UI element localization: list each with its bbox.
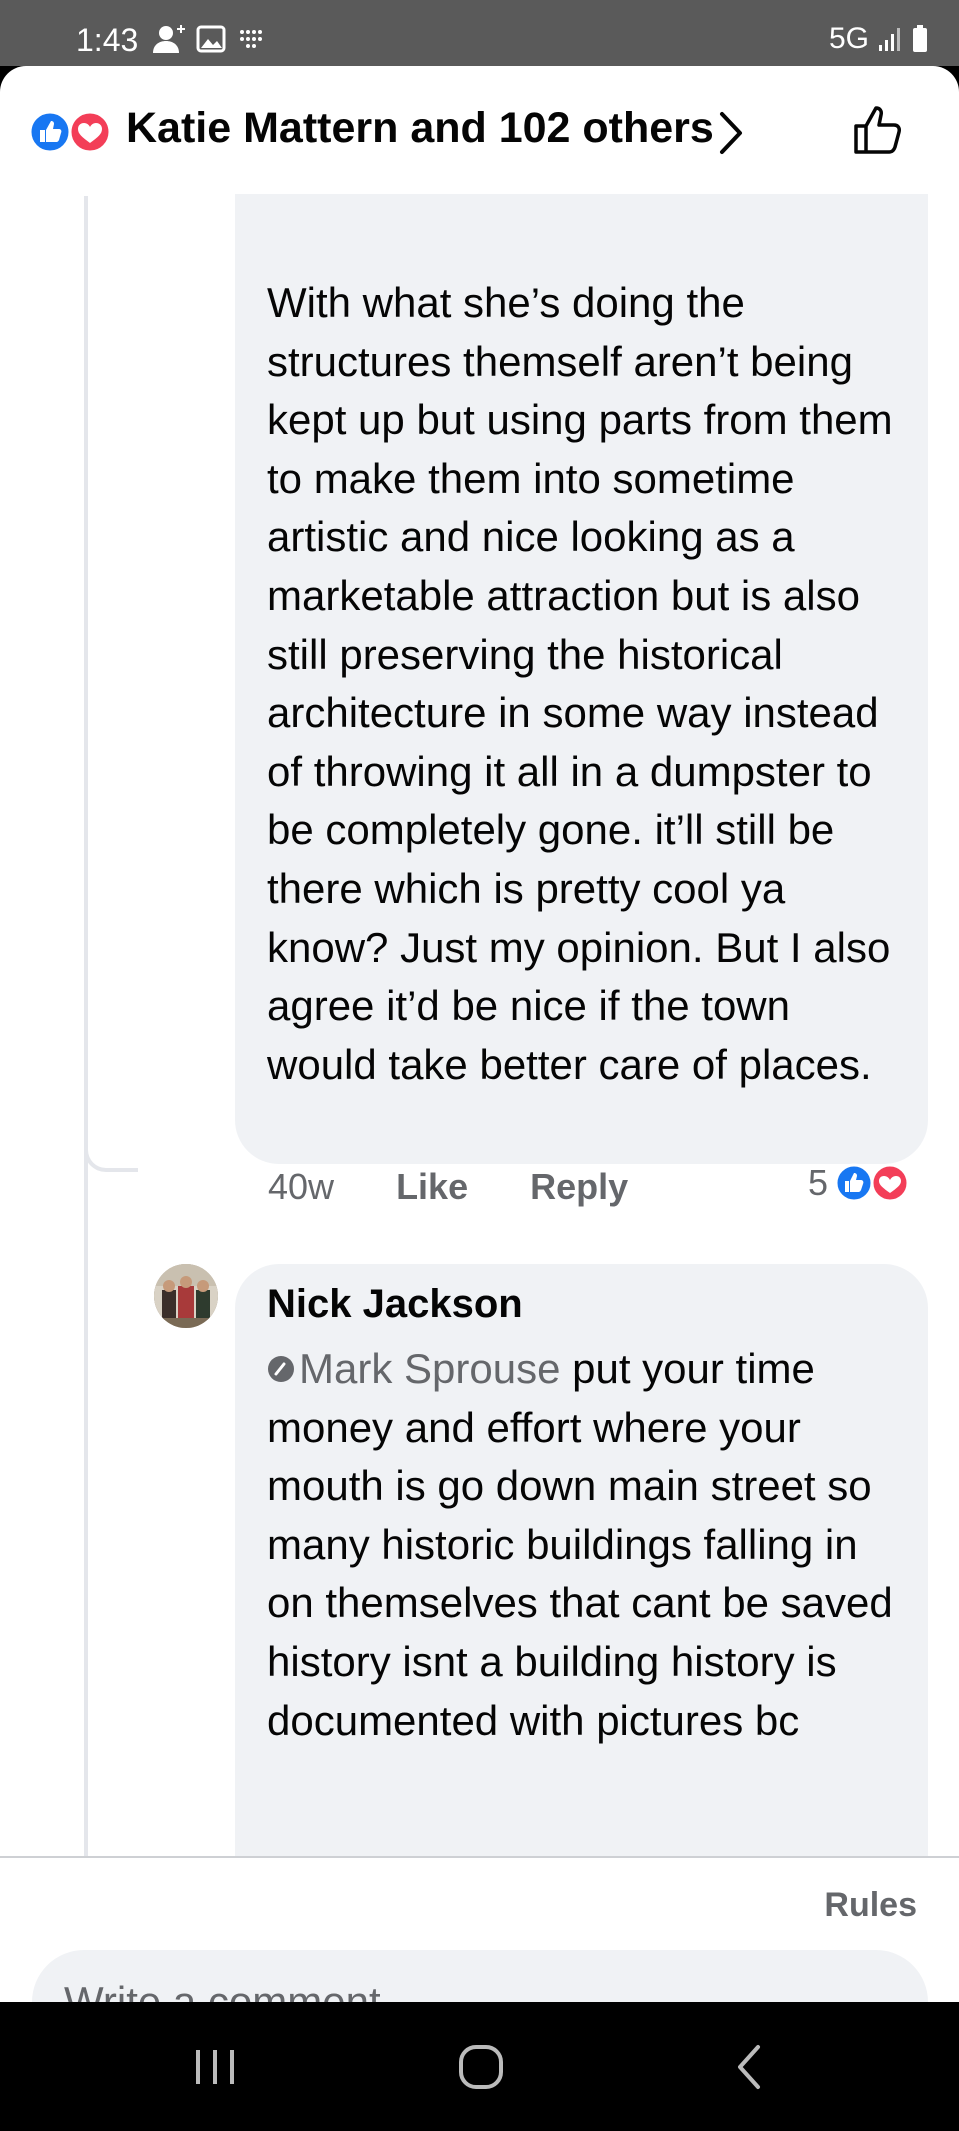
dots-grid-icon (240, 30, 262, 48)
comment-bubble[interactable]: With what she’s doing the structures the… (235, 194, 928, 1164)
network-type: 5G (828, 22, 869, 55)
comment-actions: 40w Like Reply (268, 1166, 680, 1208)
back-icon[interactable] (730, 2042, 770, 2092)
status-notification-icons (152, 24, 268, 54)
thread-branch (84, 1066, 138, 1172)
comment-author[interactable]: Nick Jackson (267, 1282, 523, 1327)
status-right: 5G (829, 22, 929, 56)
thread-line (84, 196, 88, 1856)
comment-text: With what she’s doing the structures the… (267, 279, 893, 1088)
status-time: 1:43 (76, 22, 139, 58)
like-button[interactable]: Like (396, 1166, 468, 1207)
chevron-right-icon[interactable] (716, 108, 746, 158)
reaction-icons[interactable] (28, 110, 118, 154)
battery-icon (913, 25, 927, 52)
comment-composer: Rules (0, 1856, 959, 2002)
reaction-count: 5 (808, 1162, 829, 1203)
like-thumb-icon[interactable] (850, 102, 906, 158)
comment-reactions[interactable]: 5 (808, 1162, 912, 1204)
mention-badge-icon (268, 1355, 294, 1382)
mention-link[interactable]: Mark Sprouse (299, 1345, 560, 1392)
system-nav-bar (0, 2002, 959, 2131)
home-icon[interactable] (456, 2042, 506, 2092)
comment-text: Mark Sprouse put your time money and eff… (267, 1340, 913, 1750)
sheet-header: Katie Mattern and 102 others (0, 66, 959, 194)
comment-input[interactable] (32, 1950, 928, 2002)
avatar[interactable] (154, 1264, 218, 1328)
recent-apps-icon[interactable] (190, 2042, 240, 2092)
rules-link[interactable]: Rules (824, 1886, 917, 1925)
reply-button[interactable]: Reply (530, 1166, 628, 1207)
gallery-icon (196, 25, 226, 53)
reaction-icons-small (834, 1163, 910, 1203)
reactors-summary[interactable]: Katie Mattern and 102 others (126, 104, 714, 153)
status-bar: 1:43 5G (0, 0, 959, 66)
person-add-icon (153, 25, 185, 53)
comment-body: put your time money and effort where you… (267, 1345, 893, 1744)
signal-icon (879, 28, 900, 51)
comment-timestamp[interactable]: 40w (268, 1166, 334, 1207)
avatar-photo (154, 1264, 218, 1328)
comments-sheet: Katie Mattern and 102 others With what s… (0, 66, 959, 2002)
